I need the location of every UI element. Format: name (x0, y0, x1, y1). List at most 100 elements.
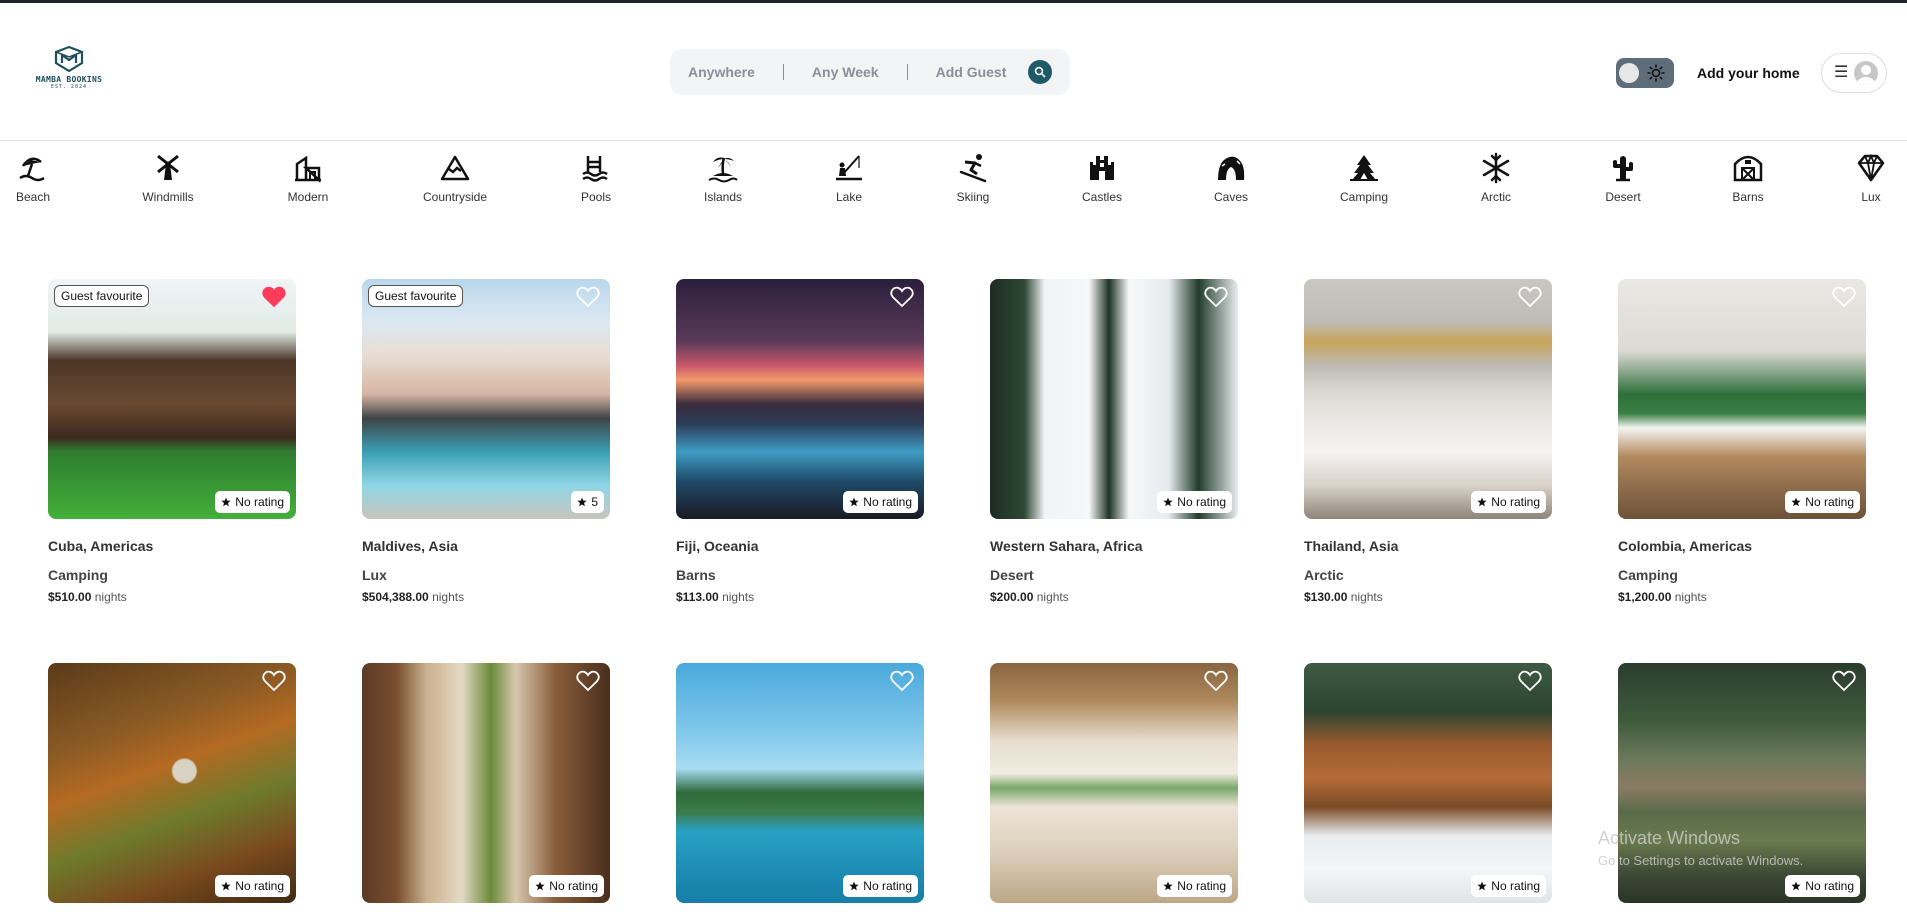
rating-badge: No rating (215, 491, 290, 513)
search-icon (1034, 66, 1046, 78)
listing-card[interactable]: Guest favourite No rating Cuba, Americas Ca… (48, 279, 296, 604)
category-windmills[interactable]: Windmills (123, 152, 213, 204)
rating-value: No rating (235, 495, 284, 509)
listing-card[interactable]: No rating (362, 663, 610, 903)
listing-photo[interactable]: No rating (1304, 279, 1552, 519)
listing-photo[interactable]: No rating (990, 279, 1238, 519)
theme-toggle[interactable] (1616, 58, 1674, 88)
cactus-icon (1613, 156, 1633, 182)
category-skiing[interactable]: Skiing (928, 152, 1018, 204)
category-castles[interactable]: Castles (1057, 152, 1147, 204)
category-lake[interactable]: Lake (804, 152, 894, 204)
heart-icon[interactable] (1204, 286, 1228, 308)
listing-photo[interactable]: No rating (1618, 279, 1866, 519)
heart-icon[interactable] (890, 670, 914, 692)
add-your-home-link[interactable]: Add your home (1697, 65, 1800, 81)
listing-category: Camping (48, 567, 108, 583)
listing-price: $200.00 nights (990, 590, 1238, 604)
star-icon (849, 497, 859, 507)
category-desert[interactable]: Desert (1578, 152, 1668, 204)
category-label: Beach (15, 190, 51, 204)
heart-icon[interactable] (1204, 670, 1228, 692)
listing-photo[interactable]: No rating (362, 663, 610, 903)
listing-price: $130.00 nights (1304, 590, 1552, 604)
divider (906, 64, 908, 80)
listing-price: $504,388.00 nights (362, 590, 610, 604)
listing-card[interactable]: No rating Thailand, Asia Arctic $130.00 nig… (1304, 279, 1552, 604)
star-icon (221, 881, 231, 891)
sun-icon (1647, 64, 1665, 82)
category-arctic[interactable]: Arctic (1451, 152, 1541, 204)
camping-tent-icon (1350, 155, 1378, 181)
category-label: Desert (1605, 190, 1641, 204)
price-value: $510.00 (48, 590, 92, 604)
rating-badge: No rating (529, 875, 604, 897)
rating-value: No rating (863, 879, 912, 893)
listing-card[interactable]: No rating (990, 663, 1238, 903)
user-menu-button[interactable]: ☰ (1821, 53, 1887, 93)
star-icon (577, 497, 587, 507)
price-value: $130.00 (1304, 590, 1348, 604)
category-lux[interactable]: Lux (1826, 152, 1907, 204)
rating-badge: No rating (1471, 875, 1546, 897)
price-unit: nights (432, 590, 465, 604)
listing-card[interactable]: Guest favourite 5 Maldives, Asia Lux $504,38… (362, 279, 610, 604)
heart-icon[interactable] (890, 286, 914, 308)
listing-photo[interactable]: No rating (48, 663, 296, 903)
rating-value: No rating (1805, 879, 1854, 893)
category-label: Caves (1213, 190, 1248, 204)
category-beach[interactable]: Beach (0, 152, 78, 204)
divider (782, 64, 784, 80)
category-barns[interactable]: Barns (1703, 152, 1793, 204)
heart-icon[interactable] (262, 670, 286, 692)
price-value: $113.00 (676, 590, 719, 604)
search-anywhere[interactable]: Anywhere (688, 64, 755, 80)
search-button[interactable] (1028, 60, 1052, 84)
category-islands[interactable]: Islands (678, 152, 768, 204)
listing-card[interactable]: No rating (1304, 663, 1552, 903)
heart-icon[interactable] (1518, 670, 1542, 692)
listing-card[interactable]: No rating (48, 663, 296, 903)
listing-card[interactable]: No rating Fiji, Oceania Barns $113.00 night… (676, 279, 924, 604)
listing-category: Barns (676, 567, 716, 583)
listing-card[interactable]: No rating (676, 663, 924, 903)
listing-photo[interactable]: Guest favourite No rating (48, 279, 296, 519)
listing-photo[interactable]: No rating (1304, 663, 1552, 903)
category-pools[interactable]: Pools (551, 152, 641, 204)
rating-value: No rating (863, 495, 912, 509)
listing-photo[interactable]: No rating (676, 663, 924, 903)
listing-photo[interactable]: Guest favourite 5 (362, 279, 610, 519)
search-any-week[interactable]: Any Week (812, 64, 879, 80)
price-value: $200.00 (990, 590, 1034, 604)
header: MAMBA BOOKINS EST. 2024 Anywhere Any Wee… (0, 3, 1907, 141)
star-icon (1477, 497, 1487, 507)
rating-badge: No rating (1157, 875, 1232, 897)
listing-photo[interactable]: No rating (990, 663, 1238, 903)
category-caves[interactable]: Caves (1186, 152, 1276, 204)
avatar (1854, 61, 1878, 85)
category-label: Islands (703, 190, 743, 204)
heart-icon[interactable] (1518, 286, 1542, 308)
heart-icon[interactable] (1832, 286, 1856, 308)
diamond-icon (1857, 153, 1885, 182)
heart-icon[interactable] (576, 286, 600, 308)
heart-icon[interactable] (576, 670, 600, 692)
price-unit: nights (1036, 590, 1069, 604)
listing-card[interactable]: No rating Western Sahara, Africa Desert $20… (990, 279, 1238, 604)
heart-icon[interactable] (1832, 670, 1856, 692)
search-add-guest[interactable]: Add Guest (936, 64, 1007, 80)
listing-location: Western Sahara, Africa (990, 538, 1143, 554)
listing-photo[interactable]: No rating (676, 279, 924, 519)
listing-category: Camping (1618, 567, 1678, 583)
star-icon (221, 497, 231, 507)
category-countryside[interactable]: Countryside (410, 152, 500, 204)
search-bar[interactable]: Anywhere Any Week Add Guest (670, 49, 1070, 95)
listing-card[interactable]: No rating Colombia, Americas Camping $1,200… (1618, 279, 1866, 604)
rating-badge: No rating (843, 491, 918, 513)
logo[interactable]: MAMBA BOOKINS EST. 2024 (28, 45, 110, 101)
category-camping[interactable]: Camping (1319, 152, 1409, 204)
toggle-knob (1619, 63, 1639, 83)
category-modern[interactable]: Modern (263, 152, 353, 204)
heart-icon[interactable] (262, 286, 286, 308)
star-icon (1477, 881, 1487, 891)
